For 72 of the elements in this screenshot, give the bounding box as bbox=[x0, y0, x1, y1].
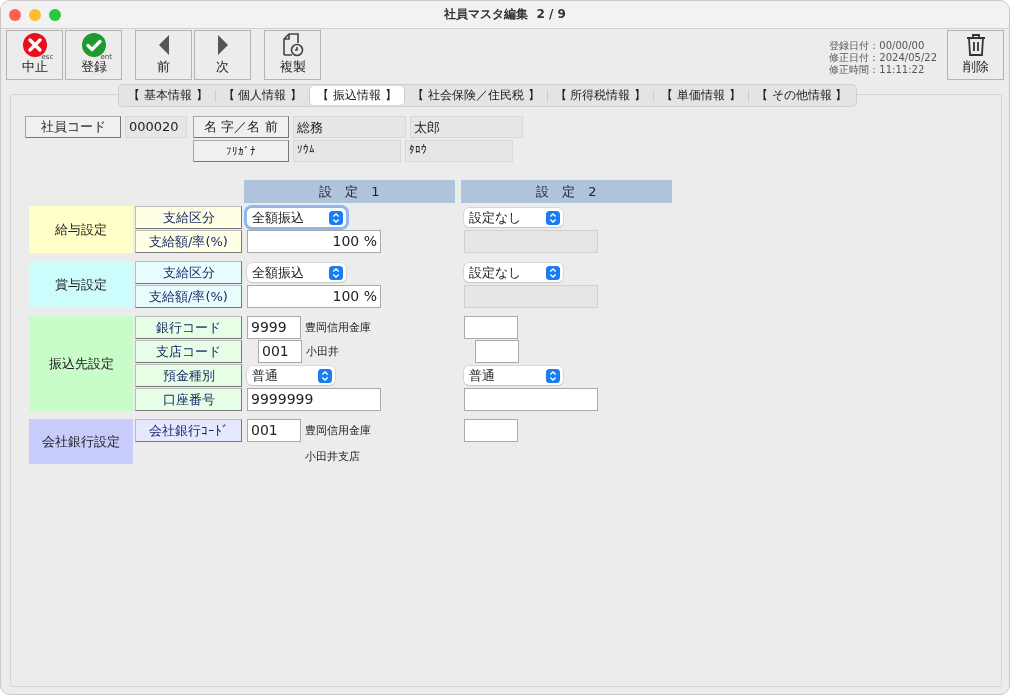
code-field[interactable]: 9999 bbox=[247, 316, 301, 339]
tab[interactable]: 【 社会保険／住民税 】 bbox=[404, 86, 547, 105]
code-field[interactable]: 001 bbox=[258, 340, 302, 363]
kana-label[interactable]: ﾌﾘｶﾞﾅ bbox=[193, 140, 289, 162]
date-info: 登録日付：00/00/00 bbox=[829, 40, 926, 52]
row-label[interactable]: 支給額/率(%) bbox=[135, 285, 242, 308]
zoom-button[interactable] bbox=[49, 8, 61, 21]
branch-name: 小田井支店 bbox=[305, 449, 361, 464]
row-label[interactable]: 銀行コード bbox=[135, 316, 242, 339]
trash-icon bbox=[965, 32, 986, 57]
employee-code-value: 000020 bbox=[125, 116, 187, 138]
group-label: 給与設定 bbox=[29, 206, 133, 253]
prev-button[interactable]: 前 bbox=[135, 30, 192, 80]
bank-name: 豊岡信用金庫 bbox=[305, 423, 371, 438]
document-copy-icon bbox=[281, 32, 304, 57]
select-field[interactable]: 全額振込 bbox=[247, 263, 346, 282]
row-label[interactable]: 支店コード bbox=[135, 340, 242, 363]
row-label[interactable]: 口座番号 bbox=[135, 388, 242, 411]
stepper-icon bbox=[546, 210, 560, 225]
select-field[interactable]: 設定なし bbox=[464, 208, 563, 227]
next-button[interactable]: 次 bbox=[194, 30, 251, 80]
select-field[interactable]: 設定なし bbox=[464, 263, 563, 282]
tab[interactable]: 【 基本情報 】 bbox=[121, 86, 215, 105]
account-number-field[interactable]: 9999999 bbox=[247, 388, 381, 411]
row-label[interactable]: 支給区分 bbox=[135, 206, 242, 229]
tab[interactable]: 【 所得税情報 】 bbox=[547, 86, 654, 105]
account-number-field[interactable] bbox=[464, 388, 598, 411]
settings-column-header: 設 定 2 bbox=[461, 180, 672, 203]
select-field[interactable]: 普通 bbox=[247, 366, 335, 385]
last-name-value: 総務 bbox=[293, 116, 406, 138]
delete-button[interactable]: 削除 bbox=[947, 30, 1004, 80]
amount-field[interactable]: 100 % bbox=[247, 230, 381, 253]
row-label[interactable]: 支給額/率(%) bbox=[135, 230, 242, 253]
last-kana-value: ｿｳﾑ bbox=[293, 140, 401, 162]
copy-button[interactable]: 複製 bbox=[264, 30, 321, 80]
code-field[interactable] bbox=[464, 419, 518, 442]
first-kana-value: ﾀﾛｳ bbox=[405, 140, 513, 162]
tab[interactable]: 【 個人情報 】 bbox=[215, 86, 310, 105]
bank-name: 小田井 bbox=[306, 344, 339, 359]
date-info: 修正日付：2024/05/22 bbox=[829, 52, 937, 64]
select-field[interactable]: 全額振込 bbox=[247, 208, 346, 227]
code-field[interactable] bbox=[464, 316, 518, 339]
date-info: 修正時間：11:11:22 bbox=[829, 64, 926, 76]
window-title: 社員マスタ編集 2 / 9 bbox=[444, 6, 566, 23]
close-button[interactable] bbox=[9, 8, 21, 21]
tab[interactable]: 【 振込情報 】 bbox=[310, 86, 404, 105]
row-label[interactable]: 支給区分 bbox=[135, 261, 242, 284]
tab[interactable]: 【 単価情報 】 bbox=[654, 86, 748, 105]
group-label: 賞与設定 bbox=[29, 261, 133, 308]
stepper-icon bbox=[329, 210, 343, 225]
tab[interactable]: 【 その他情報 】 bbox=[748, 86, 855, 105]
name-label[interactable]: 名 字／名 前 bbox=[193, 116, 289, 138]
amount-field[interactable]: 100 % bbox=[247, 285, 381, 308]
stepper-icon bbox=[546, 265, 560, 280]
close-icon bbox=[22, 32, 47, 57]
stepper-icon bbox=[329, 265, 343, 280]
bank-name: 豊岡信用金庫 bbox=[305, 320, 371, 335]
code-field[interactable]: 001 bbox=[247, 419, 301, 442]
left-triangle-icon bbox=[158, 34, 169, 55]
row-label[interactable]: 預金種別 bbox=[135, 364, 242, 387]
stepper-icon bbox=[318, 368, 332, 383]
group-label: 振込先設定 bbox=[29, 316, 133, 411]
employee-code-label[interactable]: 社員コード bbox=[25, 116, 121, 138]
first-name-value: 太郎 bbox=[410, 116, 523, 138]
right-triangle-icon bbox=[217, 34, 228, 55]
code-field[interactable] bbox=[475, 340, 519, 363]
row-label[interactable]: 会社銀行ｺｰﾄﾞ bbox=[135, 419, 242, 442]
select-field[interactable]: 普通 bbox=[464, 366, 563, 385]
settings-column-header: 設 定 1 bbox=[244, 180, 455, 203]
minimize-button[interactable] bbox=[29, 8, 41, 21]
stepper-icon bbox=[546, 368, 560, 383]
group-label: 会社銀行設定 bbox=[29, 419, 133, 464]
